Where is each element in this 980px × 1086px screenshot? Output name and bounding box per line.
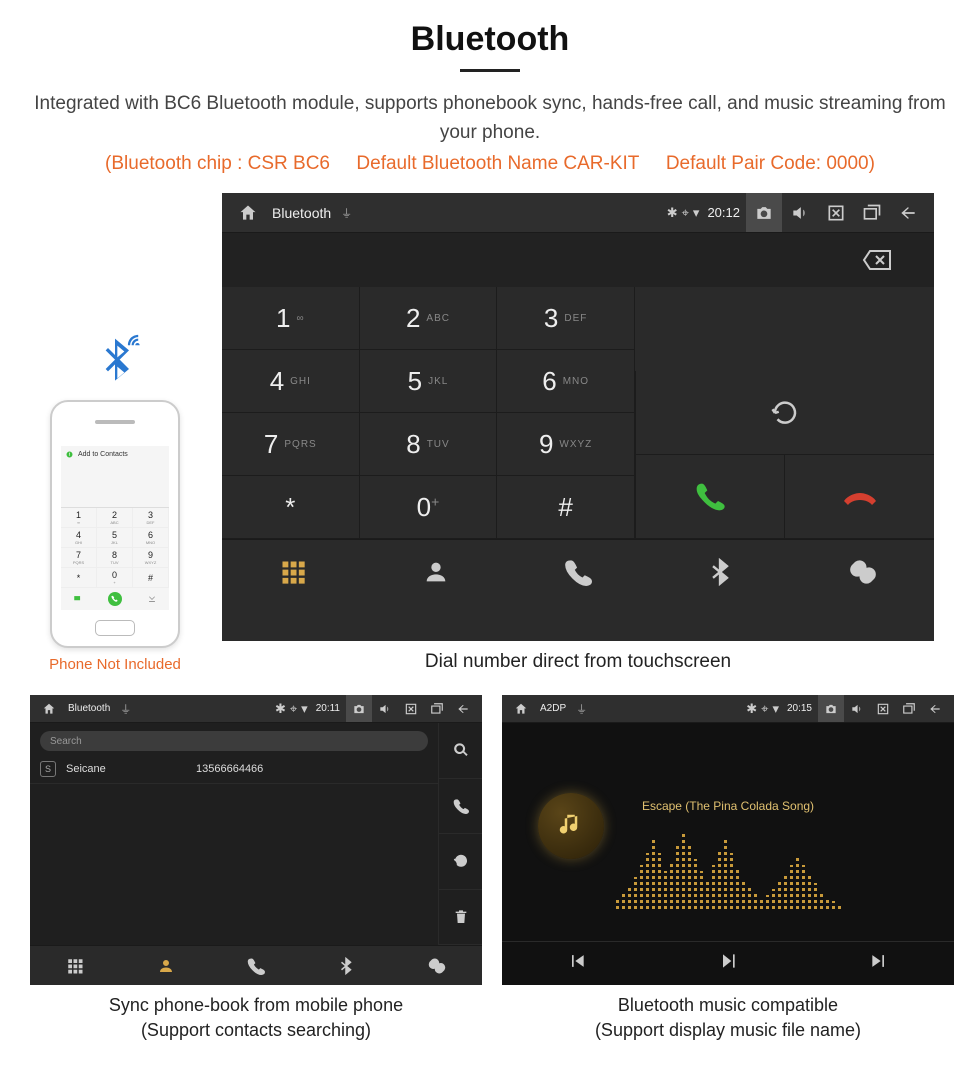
app-title: Bluetooth [68, 703, 110, 714]
a2dp-device: A2DP ⏚ ✱⌖▾ 20:15 Escape (The Pina Colada [502, 695, 954, 985]
volume-button[interactable] [782, 193, 818, 232]
app-title: Bluetooth [272, 205, 331, 221]
description-text: Integrated with BC6 Bluetooth module, su… [30, 90, 950, 147]
wifi-status-icon: ▾ [693, 205, 700, 220]
redial-button[interactable] [635, 371, 934, 455]
spec-chip: (Bluetooth chip : CSR BC6 [105, 153, 330, 174]
app-title: A2DP [540, 703, 566, 714]
dial-key-7[interactable]: 7PQRS [222, 413, 360, 476]
dial-key-9[interactable]: 9WXYZ [497, 413, 635, 476]
recent-apps-button[interactable] [896, 695, 922, 722]
home-button[interactable] [230, 193, 266, 232]
play-pause-button[interactable] [718, 951, 738, 976]
dial-key-6[interactable]: 6MNO [497, 350, 635, 413]
bluetooth-status-icon: ✱ [667, 205, 678, 220]
page-title: Bluetooth [30, 20, 950, 59]
contact-number: 13566664466 [196, 763, 263, 775]
dial-key-*[interactable]: * [222, 476, 360, 539]
track-title: Escape (The Pina Colada Song) [642, 799, 814, 813]
side-call-button[interactable] [439, 779, 482, 835]
dial-key-#[interactable]: # [497, 476, 635, 539]
contact-name: Seicane [66, 763, 186, 775]
contacts-device: Bluetooth ⏚ ✱⌖▾ 20:11 Search S Seicane 135… [30, 695, 482, 985]
dial-key-4[interactable]: 4GHI [222, 350, 360, 413]
album-art-icon [538, 793, 604, 859]
contacts-caption: Sync phone-book from mobile phone(Suppor… [109, 993, 403, 1043]
title-underline [460, 69, 520, 72]
spec-code: Default Pair Code: 0000) [666, 153, 875, 174]
home-button[interactable] [36, 695, 62, 722]
dialpad-caption: Dial number direct from touchscreen [222, 651, 934, 673]
dial-key-0[interactable]: 0+ [360, 476, 498, 539]
location-status-icon: ⌖ [682, 205, 689, 220]
bluetooth-logo-icon [87, 334, 143, 394]
dial-key-5[interactable]: 5JKL [360, 350, 498, 413]
usb-icon: ⏚ [341, 205, 352, 221]
contacts-header: Bluetooth ⏚ ✱⌖▾ 20:11 [30, 695, 482, 723]
dial-key-8[interactable]: 8TUV [360, 413, 498, 476]
phone-mockup: Add to Contacts 1∞2ABC3DEF 4GHI5JKL6MNO … [50, 400, 180, 648]
usb-icon: ⏚ [120, 701, 131, 717]
tab-keypad[interactable] [30, 946, 120, 985]
spec-name: Default Bluetooth Name CAR-KIT [356, 153, 639, 174]
tab-contacts[interactable] [364, 540, 506, 603]
close-app-button[interactable] [870, 695, 896, 722]
dial-key-3[interactable]: 3DEF [497, 287, 635, 350]
dial-display [222, 233, 934, 287]
tab-call-log[interactable] [211, 946, 301, 985]
tab-contacts[interactable] [120, 946, 210, 985]
player-controls [502, 941, 954, 985]
phone-mockup-keypad: 1∞2ABC3DEF 4GHI5JKL6MNO 7PQRS8TUV9WXYZ *… [61, 507, 169, 588]
side-sync-button[interactable] [439, 834, 482, 890]
backspace-button[interactable] [858, 246, 898, 274]
clock: 20:12 [707, 205, 740, 220]
usb-icon: ⏚ [576, 701, 587, 717]
tab-bluetooth[interactable] [649, 540, 791, 603]
status-icons: ✱ ⌖ ▾ [665, 204, 702, 221]
clock: 20:15 [787, 703, 812, 714]
prev-button[interactable] [567, 951, 587, 976]
close-app-button[interactable] [818, 193, 854, 232]
side-search-button[interactable] [439, 723, 482, 779]
dialpad-tabbar [222, 539, 934, 603]
clock: 20:11 [316, 703, 340, 714]
camera-button[interactable] [746, 193, 782, 232]
camera-button[interactable] [818, 695, 844, 722]
tab-call-log[interactable] [507, 540, 649, 603]
a2dp-caption: Bluetooth music compatible(Support displ… [595, 993, 861, 1043]
camera-button[interactable] [346, 695, 372, 722]
side-delete-button[interactable] [439, 890, 482, 946]
close-app-button[interactable] [398, 695, 424, 722]
contact-row[interactable]: S Seicane 13566664466 [30, 755, 438, 784]
tab-bluetooth[interactable] [301, 946, 391, 985]
tab-pair[interactable] [792, 540, 934, 603]
contacts-tabbar [30, 945, 482, 985]
dialpad-header: Bluetooth ⏚ ✱ ⌖ ▾ 20:12 [222, 193, 934, 233]
hangup-button[interactable] [784, 455, 934, 539]
back-button[interactable] [922, 695, 948, 722]
back-button[interactable] [450, 695, 476, 722]
phone-not-included-label: Phone Not Included [49, 656, 181, 673]
dialpad-device: Bluetooth ⏚ ✱ ⌖ ▾ 20:12 [222, 193, 934, 641]
recent-apps-button[interactable] [424, 695, 450, 722]
equalizer-visual [616, 831, 841, 909]
spec-row: (Bluetooth chip : CSR BC6 Default Blueto… [30, 153, 950, 175]
phone-add-contacts-label: Add to Contacts [78, 451, 128, 458]
search-input[interactable]: Search [40, 731, 428, 751]
dial-key-2[interactable]: 2ABC [360, 287, 498, 350]
recent-apps-button[interactable] [854, 193, 890, 232]
back-button[interactable] [890, 193, 926, 232]
home-button[interactable] [508, 695, 534, 722]
status-icons: ✱⌖▾ [744, 701, 781, 717]
volume-button[interactable] [372, 695, 398, 722]
next-button[interactable] [869, 951, 889, 976]
contact-initial: S [40, 761, 56, 777]
status-icons: ✱⌖▾ [273, 701, 310, 717]
tab-keypad[interactable] [222, 540, 364, 603]
a2dp-header: A2DP ⏚ ✱⌖▾ 20:15 [502, 695, 954, 723]
dial-key-1[interactable]: 1∞ [222, 287, 360, 350]
tab-pair[interactable] [392, 946, 482, 985]
call-button[interactable] [635, 455, 785, 539]
volume-button[interactable] [844, 695, 870, 722]
